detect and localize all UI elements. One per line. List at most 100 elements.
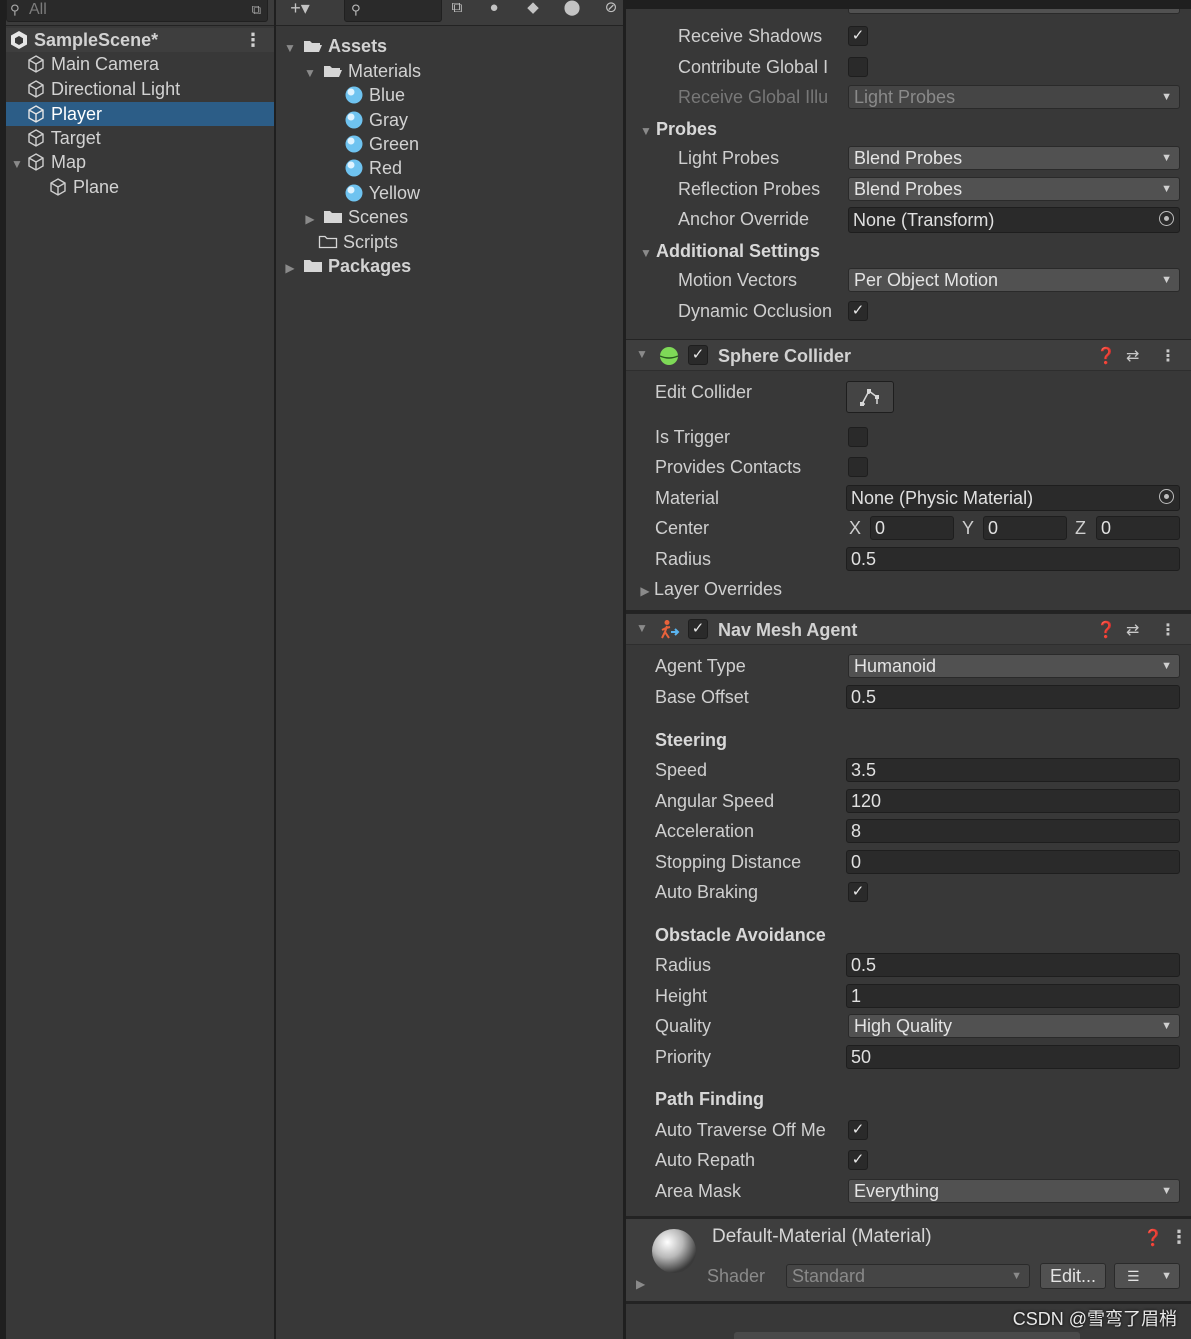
object-picker-icon[interactable] — [1159, 489, 1174, 504]
probes-foldout[interactable]: ▼ Probes — [636, 116, 717, 142]
search-icon: ⚲ — [351, 2, 361, 17]
auto-braking-checkbox[interactable]: ✓ — [848, 882, 868, 902]
additional-settings-foldout[interactable]: ▼ Additional Settings — [636, 238, 820, 264]
expand-arrow-icon[interactable]: ▼ — [8, 152, 26, 176]
expand-arrow-icon[interactable]: ▶ — [302, 207, 318, 231]
stopping-distance-field[interactable]: 0 — [846, 850, 1180, 874]
nav-mesh-agent-enabled-checkbox[interactable]: ✓ — [688, 619, 708, 639]
layer-overrides-foldout[interactable]: ▶ Layer Overrides — [636, 576, 846, 602]
material-item-yellow[interactable]: Yellow — [344, 181, 420, 205]
reflection-probes-dropdown[interactable]: Blend Probes ▼ — [848, 177, 1180, 201]
folder-materials[interactable]: ▼ Materials — [302, 59, 421, 83]
material-item-blue[interactable]: Blue — [344, 83, 405, 107]
expand-arrow-icon[interactable]: ▼ — [302, 61, 318, 85]
shader-options-dropdown[interactable]: ☰ ▼ — [1114, 1263, 1180, 1289]
collider-radius-field[interactable]: 0.5 — [846, 547, 1180, 571]
is-trigger-checkbox[interactable] — [848, 427, 868, 447]
add-component-button[interactable] — [734, 1332, 1080, 1339]
hierarchy-search-input[interactable]: ⚲ All ⧉ — [6, 0, 268, 22]
expand-arrow-icon[interactable]: ▼ — [634, 621, 650, 635]
edit-collider-button[interactable] — [846, 381, 894, 413]
object-picker-icon[interactable] — [1159, 211, 1174, 226]
component-menu-kebab-icon[interactable]: ⋮ — [1160, 620, 1176, 640]
oa-radius-field[interactable]: 0.5 — [846, 953, 1180, 977]
dropdown-value: Blend Probes — [854, 148, 963, 168]
receive-shadows-checkbox[interactable]: ✓ — [848, 26, 868, 46]
material-menu-kebab-icon[interactable]: ⋮ — [1170, 1227, 1188, 1248]
shader-dropdown[interactable]: Standard ▼ — [786, 1264, 1030, 1288]
light-probes-dropdown[interactable]: Blend Probes ▼ — [848, 146, 1180, 170]
nav-mesh-agent-header[interactable]: ▼ ✓ Nav Mesh Agent ❓ ⇄ ⋮ — [626, 613, 1191, 645]
agent-type-dropdown[interactable]: Humanoid ▼ — [848, 654, 1180, 678]
expand-arrow-icon[interactable]: ▼ — [636, 240, 656, 266]
angular-speed-field[interactable]: 120 — [846, 789, 1180, 813]
center-z-field[interactable]: 0 — [1096, 516, 1180, 540]
motion-vectors-dropdown[interactable]: Per Object Motion ▼ — [848, 268, 1180, 292]
add-button[interactable]: +▾ — [280, 0, 320, 22]
scene-menu-kebab-icon[interactable]: ⋮ — [244, 28, 262, 52]
project-toolbar: +▾ ⚲ ⧉ ● ◆ ⬤ ⊘ — [276, 0, 623, 26]
help-icon[interactable]: ❓ — [1143, 1228, 1163, 1248]
sphere-collider-icon — [659, 347, 679, 365]
sphere-collider-enabled-checkbox[interactable]: ✓ — [688, 345, 708, 365]
acceleration-field[interactable]: 8 — [846, 819, 1180, 843]
contribute-gi-checkbox[interactable] — [848, 57, 868, 77]
filter-by-type-icon[interactable]: ● — [481, 0, 507, 22]
folder-icon — [304, 260, 323, 272]
center-y-field[interactable]: 0 — [983, 516, 1067, 540]
scene-row[interactable]: SampleScene* ⋮ — [6, 28, 274, 52]
folder-scenes[interactable]: ▶ Scenes — [302, 205, 408, 229]
material-item-gray[interactable]: Gray — [344, 108, 408, 132]
shader-edit-button[interactable]: Edit... — [1040, 1263, 1106, 1289]
section-title: Probes — [656, 119, 718, 139]
search-filter-icon[interactable]: ⧉ — [252, 0, 261, 23]
material-item-green[interactable]: Green — [344, 132, 419, 156]
folder-label: Packages — [328, 256, 412, 276]
hierarchy-item-map[interactable]: ▼ Map — [8, 150, 274, 174]
auto-traverse-checkbox[interactable]: ✓ — [848, 1120, 868, 1140]
expand-arrow-icon[interactable]: ▼ — [636, 118, 656, 144]
expand-arrow-icon[interactable]: ▼ — [634, 347, 650, 361]
expand-arrow-icon[interactable]: ▶ — [636, 578, 654, 602]
folder-packages[interactable]: ▶ Packages — [282, 254, 411, 278]
center-x-field[interactable]: 0 — [870, 516, 954, 540]
expand-arrow-icon[interactable]: ▶ — [282, 256, 298, 280]
log-types-icon[interactable]: ⬤ — [559, 0, 585, 22]
help-icon[interactable]: ❓ — [1096, 346, 1116, 366]
base-offset-label: Base Offset — [655, 687, 749, 707]
component-menu-kebab-icon[interactable]: ⋮ — [1160, 346, 1176, 366]
search-by-type-icon[interactable]: ⧉ — [444, 0, 470, 22]
anchor-override-field[interactable]: None (Transform) — [848, 207, 1180, 233]
dynamic-occlusion-checkbox[interactable]: ✓ — [848, 301, 868, 321]
hierarchy-item-target[interactable]: Target — [26, 126, 274, 150]
priority-field[interactable]: 50 — [846, 1045, 1180, 1069]
base-offset-field[interactable]: 0.5 — [846, 685, 1180, 709]
hierarchy-item-main-camera[interactable]: Main Camera — [26, 52, 274, 76]
material-item-red[interactable]: Red — [344, 156, 402, 180]
hierarchy-item-plane[interactable]: Plane — [48, 175, 274, 199]
area-mask-dropdown[interactable]: Everything ▼ — [848, 1179, 1180, 1203]
sphere-collider-header[interactable]: ▼ ✓ Sphere Collider ❓ ⇄ ⋮ — [626, 339, 1191, 371]
presets-icon[interactable]: ⇄ — [1126, 346, 1139, 366]
collider-material-field[interactable]: None (Physic Material) — [846, 485, 1180, 511]
folder-assets[interactable]: ▼ Assets — [282, 34, 387, 58]
folder-scripts[interactable]: Scripts — [318, 230, 398, 254]
chevron-down-icon: ▼ — [1161, 660, 1172, 672]
filter-by-label-icon[interactable]: ◆ — [520, 0, 546, 22]
help-icon[interactable]: ❓ — [1096, 620, 1116, 640]
hierarchy-item-directional-light[interactable]: Directional Light — [26, 77, 274, 101]
auto-repath-checkbox[interactable]: ✓ — [848, 1150, 868, 1170]
oa-height-field[interactable]: 1 — [846, 984, 1180, 1008]
project-search-input[interactable]: ⚲ — [344, 0, 442, 22]
expand-arrow-icon[interactable]: ▼ — [282, 36, 298, 60]
gameobject-cube-icon — [28, 55, 44, 73]
hidden-packages-icon[interactable]: ⊘ — [598, 0, 623, 22]
material-label: Blue — [369, 85, 406, 105]
presets-icon[interactable]: ⇄ — [1126, 620, 1139, 640]
provides-contacts-checkbox[interactable] — [848, 457, 868, 477]
speed-field[interactable]: 3.5 — [846, 758, 1180, 782]
hierarchy-item-player[interactable]: Player — [6, 102, 274, 126]
search-placeholder: All — [29, 1, 47, 18]
quality-dropdown[interactable]: High Quality ▼ — [848, 1014, 1180, 1038]
expand-arrow-icon[interactable]: ▶ — [636, 1277, 645, 1291]
